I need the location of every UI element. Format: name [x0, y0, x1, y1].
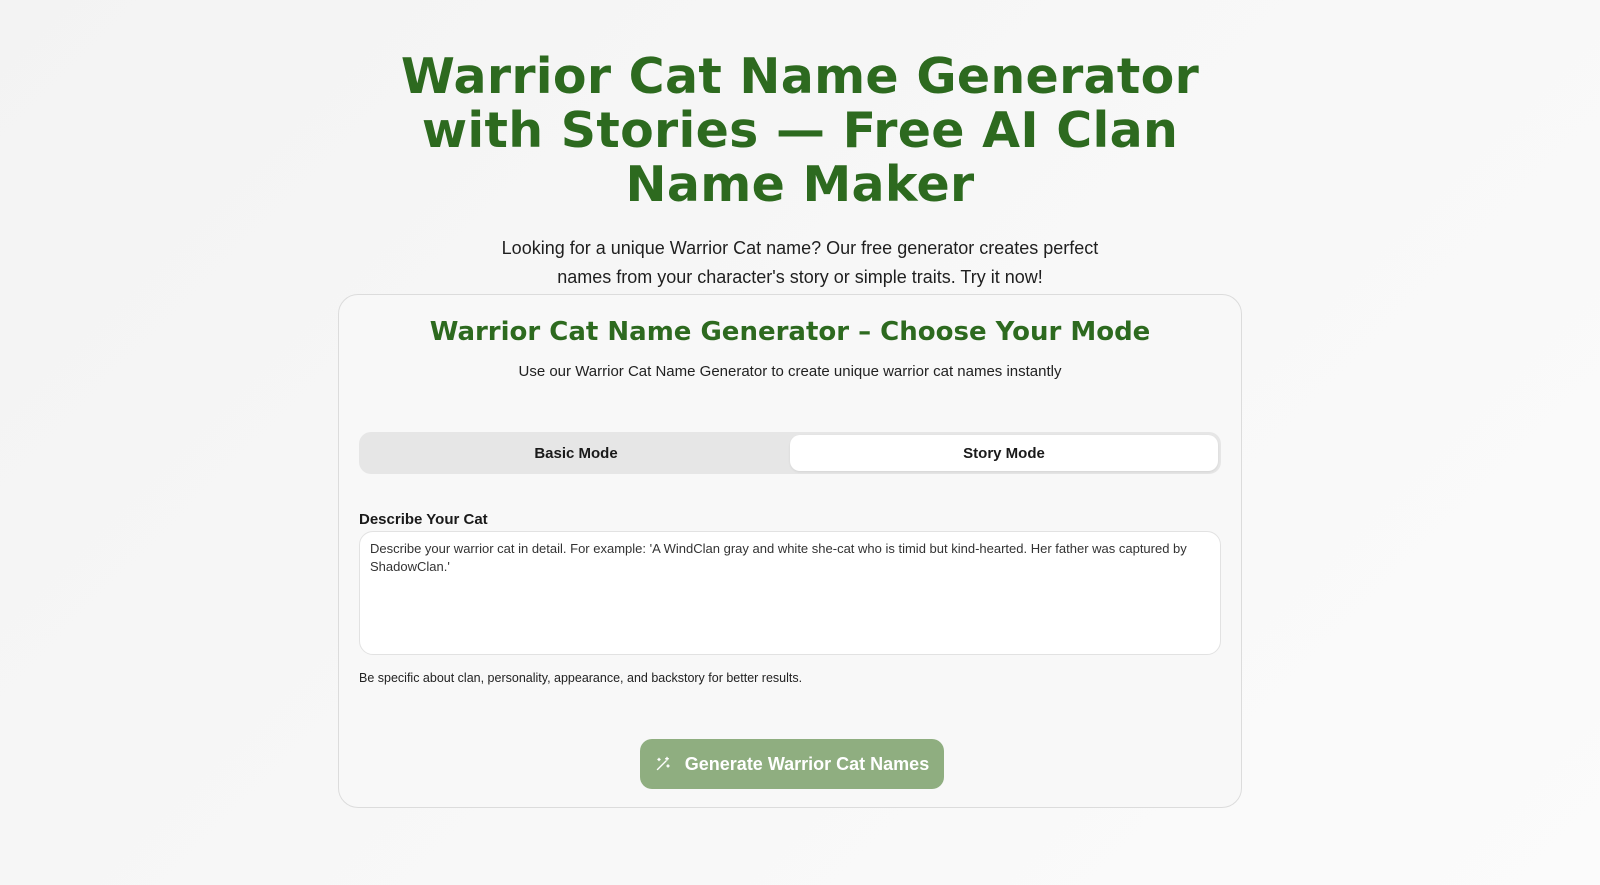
- page-subtitle: Looking for a unique Warrior Cat name? O…: [501, 238, 1099, 287]
- generator-card: Warrior Cat Name Generator – Choose Your…: [338, 294, 1242, 808]
- hero: Warrior Cat Name Generator with Stories …: [0, 50, 1600, 292]
- magic-wand-icon: [655, 756, 671, 772]
- description-label: Describe Your Cat: [359, 511, 488, 528]
- generate-button[interactable]: Generate Warrior Cat Names: [640, 739, 944, 789]
- description-hint: Be specific about clan, personality, app…: [359, 671, 803, 685]
- tab-story-mode[interactable]: Story Mode: [790, 435, 1218, 471]
- generator-title: Warrior Cat Name Generator – Choose Your…: [429, 317, 1151, 347]
- mode-toggle: Basic Mode Story Mode: [359, 432, 1221, 474]
- description-textarea[interactable]: [359, 531, 1221, 655]
- page-title: Warrior Cat Name Generator with Stories …: [400, 48, 1200, 213]
- tab-basic-mode[interactable]: Basic Mode: [362, 435, 790, 471]
- generate-button-label: Generate Warrior Cat Names: [684, 753, 930, 774]
- generator-subtitle: Use our Warrior Cat Name Generator to cr…: [518, 363, 1062, 380]
